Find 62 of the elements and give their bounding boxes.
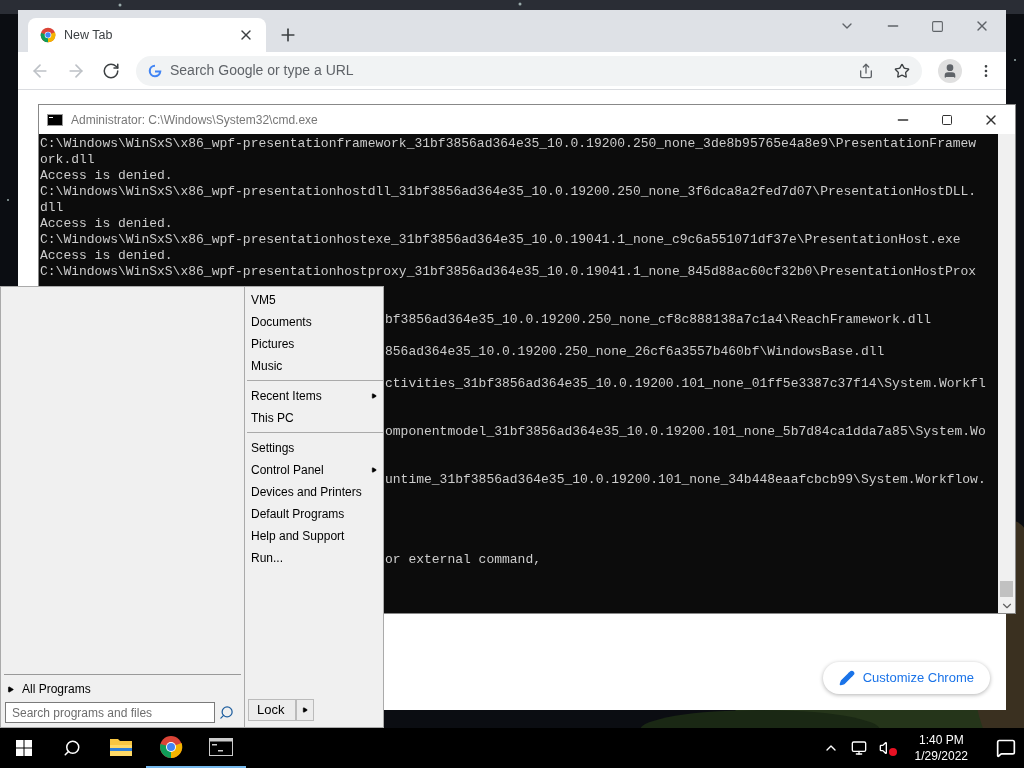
lock-options-button[interactable] xyxy=(296,699,314,721)
notifications-icon[interactable] xyxy=(996,738,1016,758)
scrollbar[interactable] xyxy=(998,134,1015,613)
pencil-icon xyxy=(838,670,855,686)
network-icon[interactable] xyxy=(850,740,867,756)
menu-item[interactable]: VM5 xyxy=(247,289,383,311)
menu-item[interactable]: Settings xyxy=(247,437,383,459)
menu-item[interactable]: Music xyxy=(247,355,383,381)
google-logo-icon xyxy=(148,63,162,78)
chrome-logo-icon xyxy=(159,735,183,759)
console-line: 856ad364e35_10.0.19200.250_none_26cf6a3557b460bf\WindowsBase.dll xyxy=(385,344,885,359)
console-icon xyxy=(209,738,233,756)
maximize-icon[interactable] xyxy=(941,113,953,126)
chrome-logo-icon xyxy=(40,27,56,43)
console-line: dll xyxy=(40,200,64,216)
menu-item[interactable]: Control Panel xyxy=(247,459,383,481)
submenu-arrow-icon xyxy=(371,466,377,473)
console-line: C:\Windows\WinSxS\x86_wpf-presentationframework_31bf3856ad364e35_10.0.19200.250_none_3de8b95765e4a8e9\PresentationFramew xyxy=(40,136,977,152)
console-line: C:\Windows\WinSxS\x86_wpf-presentationhostexe_31bf3856ad364e35_10.0.19041.1_none_c9c6a551071df37e\PresentationHost.exe xyxy=(40,232,961,248)
console-line: Access is denied. xyxy=(40,216,173,232)
menu-item[interactable]: Documents xyxy=(247,311,383,333)
window-title: Administrator: C:\Windows\System32\cmd.exe xyxy=(71,111,319,129)
customize-chrome-button[interactable]: Customize Chrome xyxy=(822,662,990,694)
search-icon[interactable] xyxy=(219,705,234,720)
console-line: omponentmodel_31bf3856ad364e35_10.0.19200.101_none_5b7d84ca1dda7a85\System.Wo xyxy=(385,424,986,439)
console-line: bf3856ad364e35_10.0.19200.250_none_cf8c888138a7c1a4\ReachFramework.dll xyxy=(385,312,932,327)
menu-item[interactable]: This PC xyxy=(247,407,383,433)
address-bar[interactable]: Search Google or type a URL xyxy=(136,55,922,86)
search-field[interactable]: Search programs and files xyxy=(5,702,215,723)
search-icon xyxy=(63,739,81,757)
scroll-thumb[interactable] xyxy=(1000,581,1013,597)
muted-speaker-icon[interactable] xyxy=(878,740,895,756)
console-line: untime_31bf3856ad364e35_10.0.19200.101_none_34b448eaafcbcb99\System.Workflow. xyxy=(385,472,986,487)
profile-avatar[interactable] xyxy=(938,58,962,83)
bookmark-star-icon[interactable] xyxy=(894,62,910,79)
menu-item[interactable]: Default Programs xyxy=(247,503,383,525)
menu-item[interactable]: Run... xyxy=(247,547,383,569)
console-line: or external command, xyxy=(385,552,542,567)
menu-item[interactable]: Recent Items xyxy=(247,385,383,407)
menu-item[interactable]: Devices and Printers xyxy=(247,481,383,503)
console-line: Access is denied. xyxy=(40,248,173,264)
console-line: ork.dll xyxy=(40,152,95,168)
menu-item[interactable]: Pictures xyxy=(247,333,383,355)
share-icon[interactable] xyxy=(858,62,874,79)
console-line: C:\Windows\WinSxS\x86_wpf-presentationhostdll_31bf3856ad364e35_10.0.19200.250_none_3f6dca8a2fed7d07\PresentationHostDLL. xyxy=(40,184,977,200)
menu-item[interactable]: Help and Support xyxy=(247,525,383,547)
windows-logo-icon xyxy=(16,740,32,756)
submenu-arrow-icon xyxy=(371,392,377,399)
lock-button[interactable]: Lock xyxy=(248,699,296,721)
console-line: ctivities_31bf3856ad364e35_10.0.19200.101_none_01ff5e3387c37f14\System.Workfl xyxy=(385,376,986,391)
browser-tab[interactable]: New Tab xyxy=(28,18,266,52)
address-field[interactable]: Search Google or type a URL xyxy=(170,60,850,81)
console-line: C:\Windows\WinSxS\x86_wpf-presentationhostproxy_31bf3856ad364e35_10.0.19041.1_none_845d88ac60cf32b0\PresentationHostProx xyxy=(40,264,977,280)
clock-time[interactable]: 1:40 PM xyxy=(918,732,964,748)
console-line: Access is denied. xyxy=(40,168,173,184)
reload-icon[interactable] xyxy=(102,61,120,80)
clock-date[interactable]: 1/29/2022 xyxy=(914,748,968,764)
all-programs-item[interactable]: All Programs xyxy=(1,679,244,699)
expand-arrow-icon xyxy=(7,685,14,693)
folder-icon xyxy=(109,737,133,757)
submenu-arrow-icon xyxy=(302,707,308,713)
console-icon xyxy=(47,113,63,126)
